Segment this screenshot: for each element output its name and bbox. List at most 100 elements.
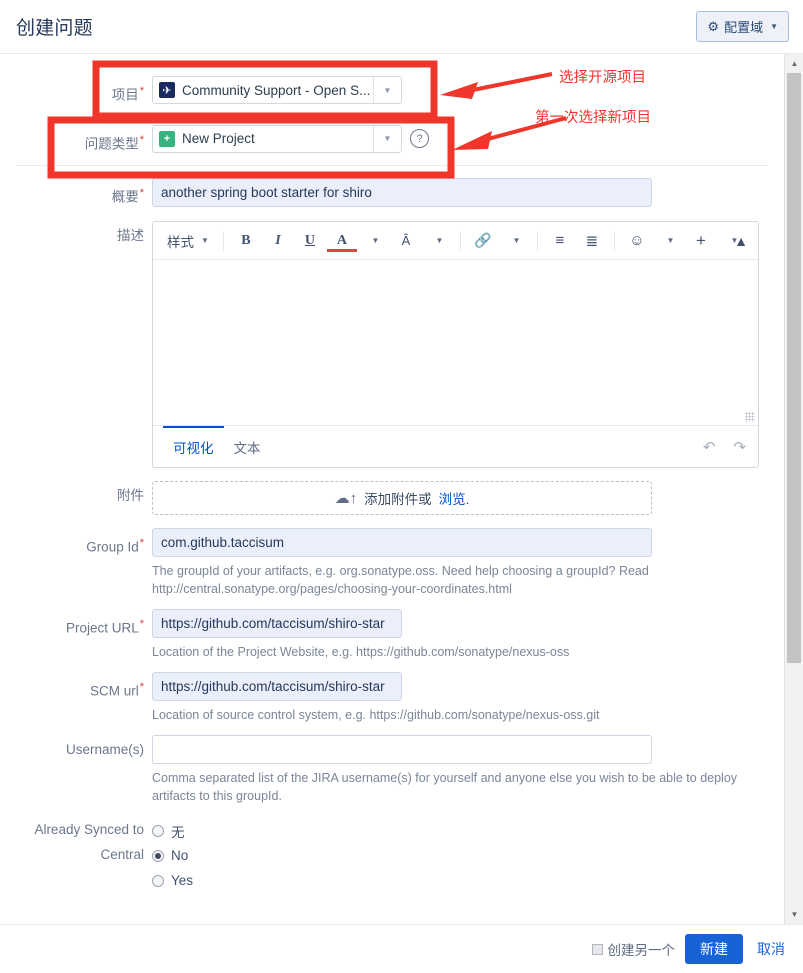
required-marker: *	[139, 133, 144, 146]
chevron-down-icon: ▼	[371, 236, 380, 245]
summary-input[interactable]	[152, 178, 652, 207]
description-label: 描述	[117, 228, 144, 243]
chevron-down-icon: ▼	[512, 236, 521, 245]
required-marker: *	[139, 681, 144, 693]
create-another-label: 创建另一个	[607, 943, 676, 958]
collapse-toolbar-icon[interactable]: ▲	[734, 233, 748, 249]
issue-type-select[interactable]: + New Project ▼	[152, 124, 402, 153]
field-row-description: 描述 样式 ▼ B I U A ▼ Â ▼ 🔗 ▼ ≡ ≣ ☺ ▼ + ▼ ▲…	[0, 221, 784, 468]
radio-indicator[interactable]	[152, 874, 164, 887]
editor-toolbar: 样式 ▼ B I U A ▼ Â ▼ 🔗 ▼ ≡ ≣ ☺ ▼ + ▼ ▲	[153, 222, 758, 260]
vertical-scrollbar[interactable]: ▲ ▼	[784, 54, 803, 924]
project-select[interactable]: ✈ Community Support - Open S... ▼	[152, 76, 402, 104]
editor-footer: 可视化 文本 ↶ ↷	[153, 425, 758, 467]
emoji-icon[interactable]: ☺	[621, 228, 653, 254]
toolbar-divider	[536, 230, 538, 251]
configure-fields-label: 配置域	[724, 20, 764, 35]
link-icon[interactable]: 🔗	[467, 228, 499, 254]
project-select-value: Community Support - Open S...	[182, 82, 371, 98]
already-synced-label: Already Synced to Central	[34, 822, 144, 862]
field-row-already-synced: Already Synced to Central 无 No Yes	[0, 815, 784, 893]
help-icon[interactable]: ?	[410, 129, 429, 148]
issue-type-label: 问题类型*	[84, 133, 144, 152]
highlight-color-dropdown[interactable]: ▼	[422, 228, 454, 254]
dialog-header: 创建问题 ⚙ 配置域 ▼	[0, 0, 803, 54]
field-row-project: 项目* ✈ Community Support - Open S... ▼	[0, 76, 784, 105]
rocket-icon: ✈	[159, 82, 175, 98]
field-row-project-url: Project URL* Location of the Project Web…	[0, 609, 784, 661]
project-url-help: Location of the Project Website, e.g. ht…	[152, 645, 570, 659]
scm-url-input[interactable]	[152, 672, 402, 701]
field-row-group-id: Group Id* The groupId of your artifacts,…	[0, 528, 784, 598]
checkbox-indicator[interactable]	[591, 943, 603, 955]
section-divider	[16, 165, 768, 166]
numbered-list-icon[interactable]: ≣	[576, 228, 608, 254]
form-scroll-area: 项目* ✈ Community Support - Open S... ▼ 问题…	[0, 54, 784, 924]
scm-url-label: SCM url*	[89, 681, 144, 699]
usernames-input[interactable]	[152, 735, 652, 764]
text-color-button[interactable]: A	[326, 228, 358, 254]
highlight-color-button[interactable]: Â	[390, 228, 422, 254]
group-id-help: The groupId of your artifacts, e.g. org.…	[152, 564, 649, 596]
cancel-button[interactable]: 取消	[753, 939, 789, 959]
attachment-browse-link[interactable]: 浏览.	[439, 488, 470, 508]
tab-visual[interactable]: 可视化	[163, 426, 224, 466]
attachment-dropzone[interactable]: ☁↑ 添加附件或 浏览.	[152, 481, 652, 515]
radio-indicator[interactable]	[152, 824, 164, 837]
dialog-footer: 创建另一个 新建 取消	[0, 925, 803, 973]
description-editor: 样式 ▼ B I U A ▼ Â ▼ 🔗 ▼ ≡ ≣ ☺ ▼ + ▼ ▲ 可视…	[152, 221, 759, 468]
underline-button[interactable]: U	[294, 228, 326, 254]
radio-option-yes[interactable]: Yes	[152, 868, 784, 893]
field-row-issue-type: 问题类型* + New Project ▼ ?	[0, 124, 784, 154]
chevron-down-icon: ▼	[770, 22, 778, 31]
undo-icon[interactable]: ↶	[703, 438, 716, 456]
attachment-drop-text: 添加附件或	[364, 492, 432, 507]
link-dropdown[interactable]: ▼	[499, 228, 531, 254]
usernames-label: Username(s)	[65, 742, 144, 757]
toolbar-divider	[222, 230, 224, 251]
field-row-scm-url: SCM url* Location of source control syst…	[0, 672, 784, 724]
group-id-input[interactable]	[152, 528, 652, 557]
project-url-label: Project URL*	[65, 618, 144, 636]
scrollbar-thumb[interactable]	[787, 73, 801, 663]
scm-url-help: Location of source control system, e.g. …	[152, 708, 600, 722]
scroll-down-arrow[interactable]: ▼	[785, 905, 803, 924]
italic-button[interactable]: I	[262, 228, 294, 254]
radio-option-none[interactable]: 无	[152, 818, 784, 843]
toolbar-divider	[613, 230, 615, 251]
project-url-input[interactable]	[152, 609, 402, 638]
toolbar-divider	[459, 230, 461, 251]
emoji-dropdown[interactable]: ▼	[653, 228, 685, 254]
page-title: 创建问题	[16, 18, 93, 39]
create-issue-dialog: 创建问题 ⚙ 配置域 ▼ 项目* ✈ Community Support - O…	[0, 0, 803, 973]
scroll-up-arrow[interactable]: ▲	[785, 54, 803, 73]
insert-more-icon[interactable]: +	[685, 228, 717, 254]
chevron-down-icon: ▼	[435, 236, 444, 245]
summary-label: 概要*	[111, 187, 144, 205]
bold-button[interactable]: B	[230, 228, 262, 254]
create-another-checkbox[interactable]: 创建另一个	[591, 939, 676, 959]
configure-fields-button[interactable]: ⚙ 配置域 ▼	[696, 11, 789, 42]
resize-handle[interactable]	[745, 412, 755, 422]
required-marker: *	[139, 537, 144, 549]
redo-icon[interactable]: ↷	[733, 438, 746, 456]
required-marker: *	[139, 85, 144, 97]
description-textarea[interactable]	[153, 260, 758, 425]
text-style-dropdown[interactable]: 样式 ▼	[159, 228, 217, 254]
field-row-attachment: 附件 ☁↑ 添加附件或 浏览.	[0, 481, 784, 515]
chevron-down-icon[interactable]: ▼	[373, 77, 401, 103]
text-color-dropdown[interactable]: ▼	[358, 228, 390, 254]
field-row-summary: 概要*	[0, 178, 784, 207]
chevron-down-icon[interactable]: ▼	[373, 125, 401, 152]
bullet-list-icon[interactable]: ≡	[544, 228, 576, 254]
attachment-label: 附件	[117, 488, 144, 503]
radio-label: Yes	[171, 873, 194, 888]
cloud-upload-icon: ☁↑	[334, 490, 358, 507]
create-button[interactable]: 新建	[685, 934, 743, 964]
radio-option-no[interactable]: No	[152, 843, 784, 868]
radio-label: 无	[171, 824, 185, 840]
tab-text[interactable]: 文本	[224, 427, 271, 467]
radio-indicator-selected[interactable]	[152, 849, 164, 862]
already-synced-radio-group: 无 No Yes	[152, 815, 784, 893]
chevron-down-icon: ▼	[201, 236, 209, 245]
